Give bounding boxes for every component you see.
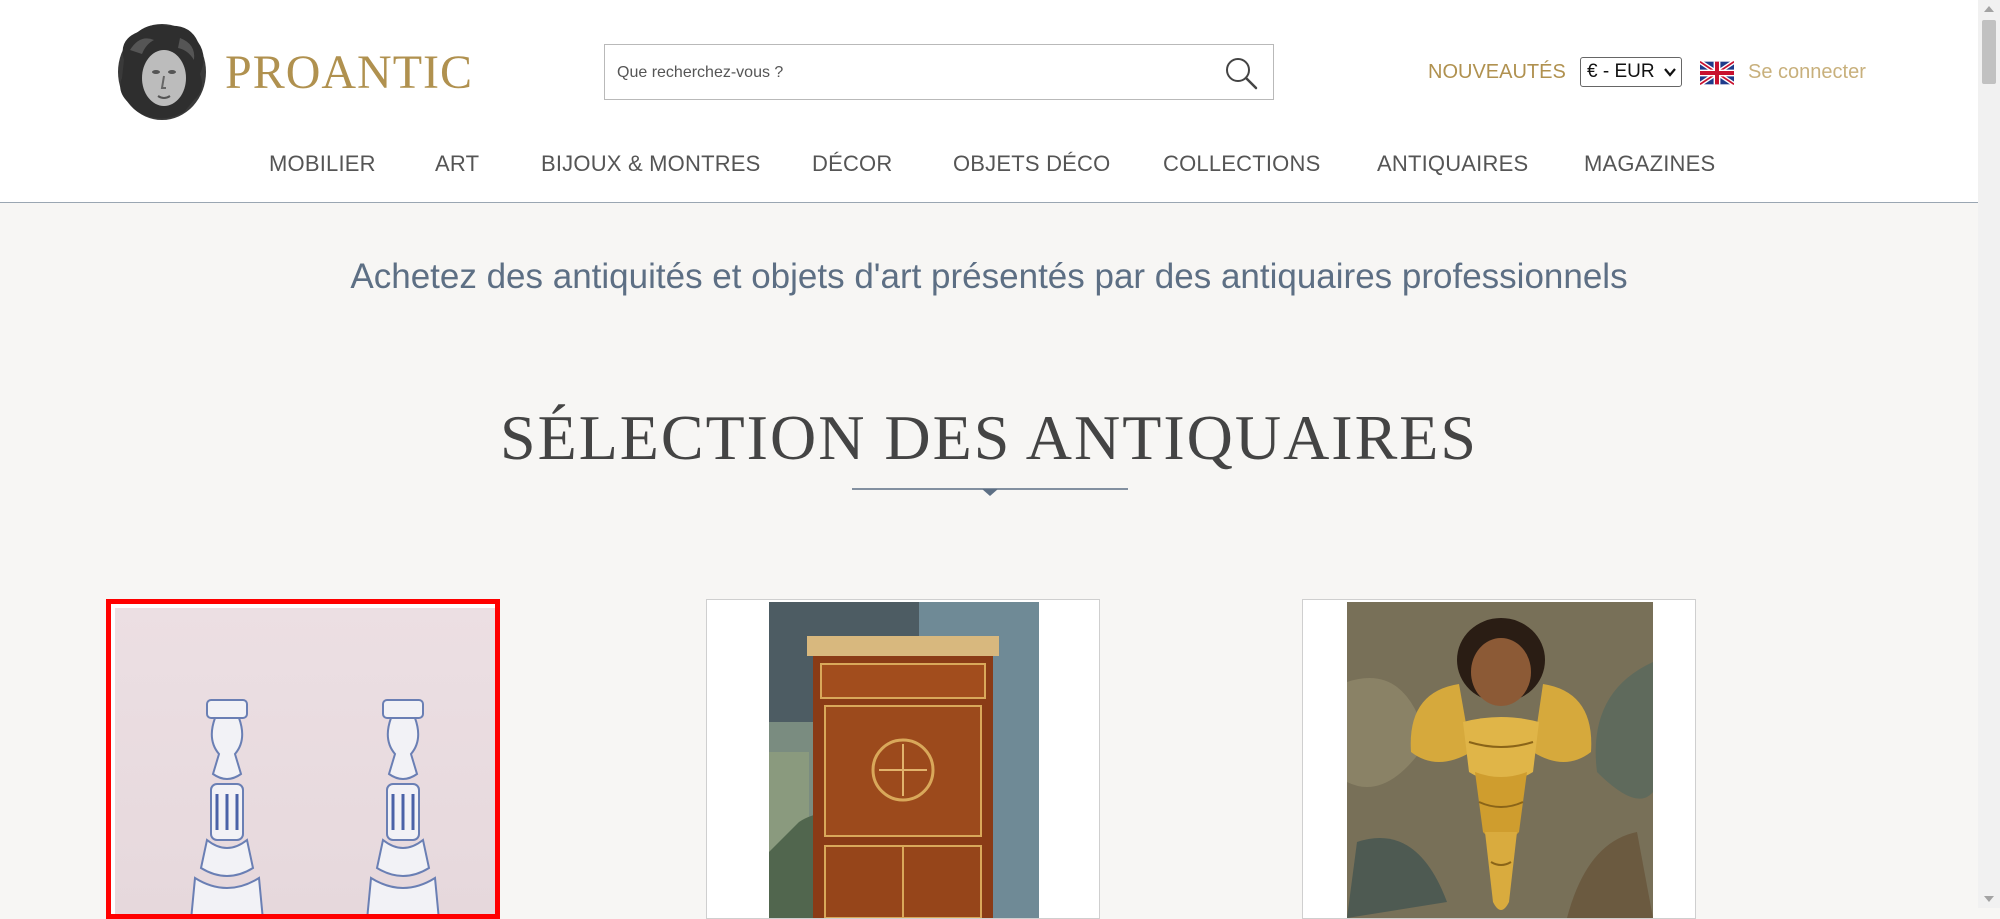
tagline: Achetez des antiquités et objets d'art p…	[350, 257, 1628, 296]
section-title: SÉLECTION DES ANTIQUAIRES	[500, 402, 1478, 473]
product-image-candlesticks	[115, 608, 495, 914]
brand-name[interactable]: PROANTIC	[225, 44, 473, 102]
nav-item-magazines[interactable]: MAGAZINES	[1584, 150, 1715, 178]
scrollbar-thumb[interactable]	[1982, 20, 1996, 84]
nouveautes-link[interactable]: NOUVEAUTÉS	[1428, 58, 1566, 86]
nav-item-decor[interactable]: DÉCOR	[812, 150, 892, 178]
product-image-angel-sculpture	[1347, 602, 1653, 918]
search-box	[604, 44, 1274, 101]
search-icon[interactable]	[1223, 55, 1259, 91]
scroll-up-arrow-icon[interactable]	[1981, 2, 1997, 16]
scroll-down-arrow-icon[interactable]	[1981, 892, 1997, 906]
chevron-down-icon	[1664, 68, 1676, 77]
product-card-candlesticks[interactable]	[106, 599, 500, 919]
bust-logo-icon[interactable]	[110, 20, 210, 124]
login-link[interactable]: Se connecter	[1748, 58, 1866, 86]
title-divider	[852, 488, 1128, 496]
nav-item-mobilier[interactable]: MOBILIER	[269, 150, 376, 178]
currency-value: € - EUR	[1587, 61, 1655, 82]
product-card-angel-sculpture[interactable]	[1302, 599, 1696, 919]
nav-item-bijoux-montres[interactable]: BIJOUX & MONTRES	[541, 150, 761, 178]
main-nav: MOBILIER ART BIJOUX & MONTRES DÉCOR OBJE…	[0, 150, 1978, 180]
nav-item-antiquaires[interactable]: ANTIQUAIRES	[1377, 150, 1528, 178]
nav-item-art[interactable]: ART	[435, 150, 479, 178]
product-image-secretaire	[769, 602, 1039, 918]
product-card-secretaire[interactable]	[706, 599, 1100, 919]
site-header: PROANTIC NOUVEAUTÉS € - EUR Se connecter…	[0, 0, 1978, 203]
nav-item-collections[interactable]: COLLECTIONS	[1163, 150, 1320, 178]
uk-flag-icon[interactable]	[1700, 60, 1734, 86]
search-input[interactable]	[615, 45, 1219, 101]
currency-select[interactable]: € - EUR	[1580, 57, 1682, 87]
page-scrollbar[interactable]	[1978, 0, 2000, 908]
nav-item-objets-deco[interactable]: OBJETS DÉCO	[953, 150, 1110, 178]
